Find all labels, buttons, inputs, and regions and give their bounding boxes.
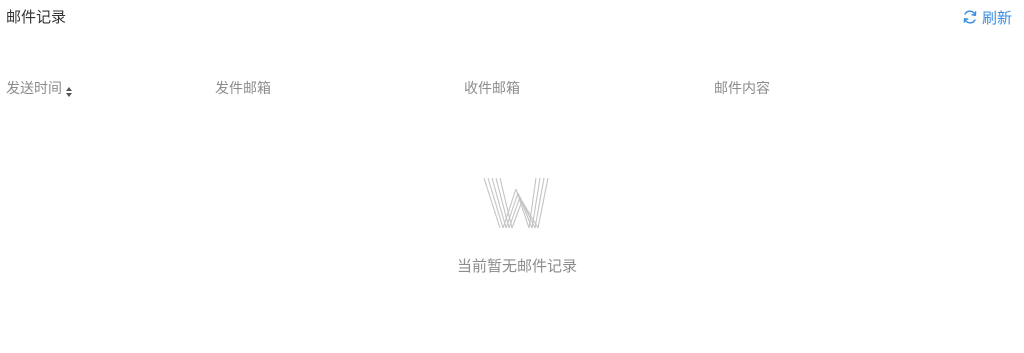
empty-state-message: 当前暂无邮件记录 — [456, 257, 577, 275]
table-header: 发送时间 发件邮箱 收件邮箱 邮件内容 — [0, 78, 1024, 100]
refresh-button[interactable]: 刷新 — [962, 6, 1012, 28]
refresh-label: 刷新 — [981, 8, 1012, 27]
column-header-sender: 发件邮箱 — [215, 81, 271, 97]
column-header-content: 邮件内容 — [714, 81, 770, 97]
page-title: 邮件记录 — [6, 8, 67, 26]
column-header-send-time[interactable]: 发送时间 — [6, 78, 73, 100]
sort-icon[interactable] — [65, 83, 73, 97]
refresh-icon — [962, 9, 978, 25]
w-logo-icon — [482, 177, 550, 229]
column-label-send-time: 发送时间 — [6, 81, 62, 97]
column-header-recipient: 收件邮箱 — [464, 81, 520, 97]
